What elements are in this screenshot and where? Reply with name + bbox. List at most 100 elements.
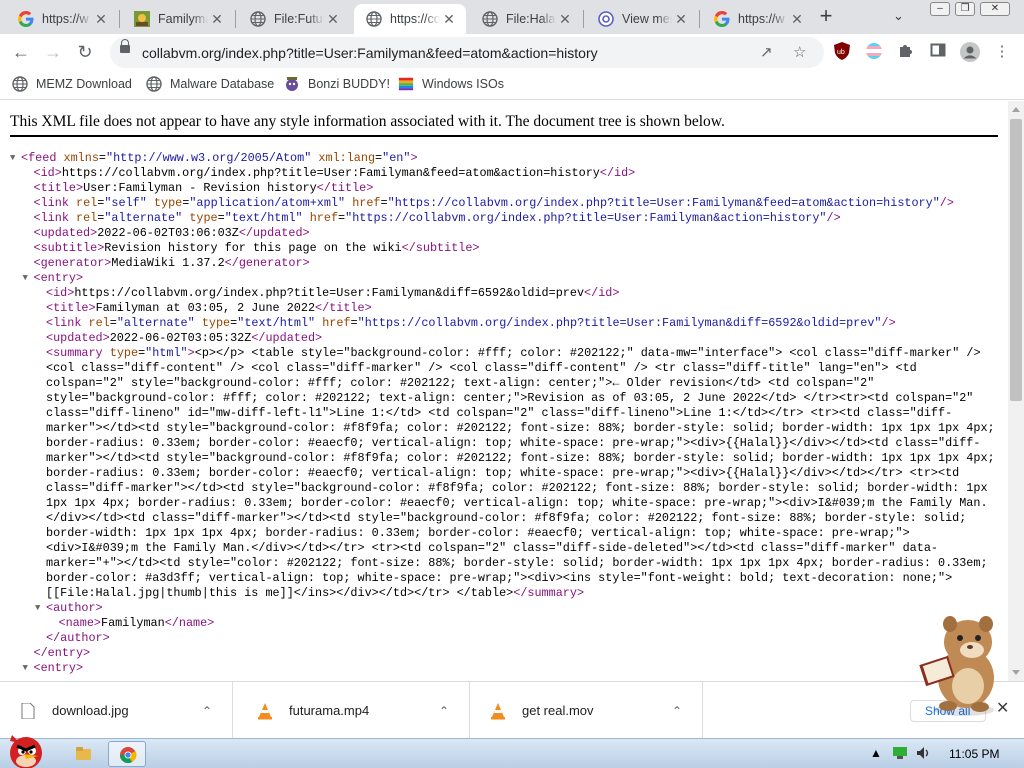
scroll-up-arrow-icon[interactable]: [1012, 107, 1020, 112]
close-tab-icon[interactable]: ✕: [324, 11, 342, 28]
url-text[interactable]: collabvm.org/index.php?title=User:Family…: [142, 45, 598, 61]
bookmark-item[interactable]: MEMZ Download: [12, 76, 132, 92]
bookmark-item[interactable]: Windows ISOs: [398, 76, 504, 92]
tab-search-chevron-icon[interactable]: ⌄: [893, 8, 904, 24]
chevron-up-icon[interactable]: ⌃: [666, 704, 688, 718]
xml-line: [[File:Halal.jpg|thumb|this is me]]</ins…: [10, 586, 1006, 601]
windows-taskbar: ▲ 11:05 PM: [0, 735, 1024, 768]
xml-line: marker="+"></td><td style="color: #20212…: [10, 556, 1006, 571]
extensions-puzzle-icon[interactable]: [896, 42, 916, 62]
tab-2[interactable]: Familyma ✕: [122, 4, 234, 34]
xml-line-text: style="background-color: #fff; color: #2…: [46, 391, 974, 405]
bookmark-item[interactable]: Malware Database: [146, 76, 274, 92]
xml-line-text: [[File:Halal.jpg|thumb|this is me]]</ins…: [46, 586, 585, 600]
xml-line: 1px 1px 4px; border-radius: 0.33em; bord…: [10, 496, 1006, 511]
show-hidden-icons-arrow[interactable]: ▲: [870, 746, 882, 760]
xml-line-text: <entry>: [33, 271, 84, 285]
start-button-angry-bird-icon[interactable]: [2, 731, 48, 768]
xml-line: marker"></td><td style="background-color…: [10, 421, 1006, 436]
lock-icon[interactable]: [120, 39, 130, 53]
xml-line: style="background-color: #fff; color: #2…: [10, 391, 1006, 406]
xml-line-text: class="diff-marker"></td><td style="back…: [46, 481, 988, 495]
svg-text:ub: ub: [837, 49, 845, 56]
xml-line: border-width: 1px 1px 1px 4px; border-ra…: [10, 526, 1006, 541]
bookmark-item[interactable]: Bonzi BUDDY!: [284, 76, 390, 92]
new-tab-button[interactable]: +: [812, 5, 840, 29]
xml-line-text: <generator>MediaWiki 1.37.2</generator>: [33, 256, 310, 270]
xml-line-text: <div>I&#039;m the Family Man.</div></td>…: [46, 541, 938, 555]
xml-line: <generator>MediaWiki 1.37.2</generator>: [10, 256, 1006, 271]
xml-line: <div>I&#039;m the Family Man.</div></td>…: [10, 541, 1006, 556]
globe-icon: [250, 11, 266, 27]
side-panel-icon[interactable]: [928, 42, 948, 62]
tray-volume-icon[interactable]: [916, 746, 932, 763]
minimize-button[interactable]: –: [930, 2, 950, 16]
xml-line: marker"></td><td style="background-color…: [10, 451, 1006, 466]
tab-title: Familyma: [158, 12, 208, 26]
globe-icon: [482, 11, 498, 27]
tab-separator: [119, 10, 120, 28]
wiki-logo-icon: [134, 11, 150, 27]
close-tab-icon[interactable]: ✕: [92, 11, 110, 28]
tray-network-icon[interactable]: [893, 746, 907, 762]
address-bar[interactable]: collabvm.org/index.php?title=User:Family…: [110, 37, 824, 68]
download-item[interactable]: futurama.mp4 ⌃: [237, 682, 470, 739]
browser-toolbar: ← → ↻ collabvm.org/index.php?title=User:…: [0, 34, 1024, 70]
xml-line: ▼ <entry>: [10, 271, 1006, 286]
forward-arrow-icon[interactable]: →: [40, 40, 66, 64]
close-tab-icon[interactable]: ✕: [440, 11, 458, 28]
collapse-triangle-icon[interactable]: ▼: [23, 661, 34, 676]
download-item[interactable]: get real.mov ⌃: [470, 682, 703, 739]
xml-line: <title>User:Familyman - Revision history…: [10, 181, 1006, 196]
close-tab-icon[interactable]: ✕: [672, 11, 690, 28]
scrollbar-thumb[interactable]: [1010, 119, 1022, 401]
xml-line-text: <id>https://collabvm.org/index.php?title…: [46, 286, 620, 300]
tab-1[interactable]: https://w ✕: [6, 4, 118, 34]
chevron-up-icon[interactable]: ⌃: [433, 704, 455, 718]
file-icon: [18, 702, 38, 719]
xml-line-text: border-color: #a3d3ff; vertical-align: t…: [46, 571, 953, 585]
xml-line: </author>: [10, 631, 1006, 646]
vertical-scrollbar[interactable]: [1008, 101, 1024, 681]
close-window-button[interactable]: ✕: [980, 2, 1010, 16]
bookmark-star-icon[interactable]: ☆: [793, 43, 806, 61]
tab-4[interactable]: https://co ✕: [354, 4, 466, 34]
xml-line: ▼ <feed xmlns="http://www.w3.org/2005/Ato…: [10, 151, 1006, 166]
reload-icon[interactable]: ↻: [72, 40, 98, 64]
chevron-up-icon[interactable]: ⌃: [196, 704, 218, 718]
xml-line-text: class="diff-lineno" id="mw-diff-left-l1"…: [46, 406, 953, 420]
close-tab-icon[interactable]: ✕: [788, 11, 806, 28]
xml-viewer: This XML file does not appear to have an…: [0, 101, 1008, 681]
xml-line-text: </author>: [46, 631, 110, 645]
share-icon[interactable]: ↗: [760, 43, 773, 61]
collapse-triangle-icon[interactable]: ▼: [23, 271, 34, 286]
kebab-menu-icon[interactable]: ⋮: [992, 42, 1012, 62]
xml-line: <link rel="alternate" type="text/html" h…: [10, 211, 1006, 226]
tab-6[interactable]: View mes ✕: [586, 4, 698, 34]
tab-3[interactable]: File:Futur ✕: [238, 4, 350, 34]
close-tab-icon[interactable]: ✕: [208, 11, 226, 28]
collapse-triangle-icon[interactable]: ▼: [35, 601, 46, 616]
taskbar-explorer-folder-icon[interactable]: [64, 741, 102, 767]
close-tab-icon[interactable]: ✕: [556, 11, 574, 28]
tab-title: File:Halal: [506, 12, 556, 26]
tab-title: File:Futur: [274, 12, 324, 26]
xml-line: <link rel="self" type="application/atom+…: [10, 196, 1006, 211]
xml-line-text: border-radius: 0.33em; border-color: #ea…: [46, 436, 981, 450]
tab-7[interactable]: https://w ✕: [702, 4, 814, 34]
bonzi-icon: [284, 76, 300, 92]
tab-5[interactable]: File:Halal ✕: [470, 4, 582, 34]
scroll-down-arrow-icon[interactable]: [1012, 670, 1020, 675]
profile-avatar-icon[interactable]: [960, 42, 980, 62]
tab-title: https://w: [42, 12, 89, 26]
taskbar-clock[interactable]: 11:05 PM: [949, 747, 999, 761]
hamster-agent-icon[interactable]: [912, 610, 1008, 720]
xml-line: border-radius: 0.33em; border-color: #ea…: [10, 466, 1006, 481]
maximize-button[interactable]: ❐: [955, 2, 975, 16]
ublock-extension-icon[interactable]: ub: [832, 42, 852, 62]
xml-line-text: <updated>2022-06-02T03:05:32Z</updated>: [46, 331, 323, 345]
trans-flag-extension-icon[interactable]: [864, 42, 884, 62]
back-arrow-icon[interactable]: ←: [8, 40, 34, 64]
taskbar-chrome-icon[interactable]: [108, 741, 146, 767]
collapse-triangle-icon[interactable]: ▼: [10, 151, 21, 166]
